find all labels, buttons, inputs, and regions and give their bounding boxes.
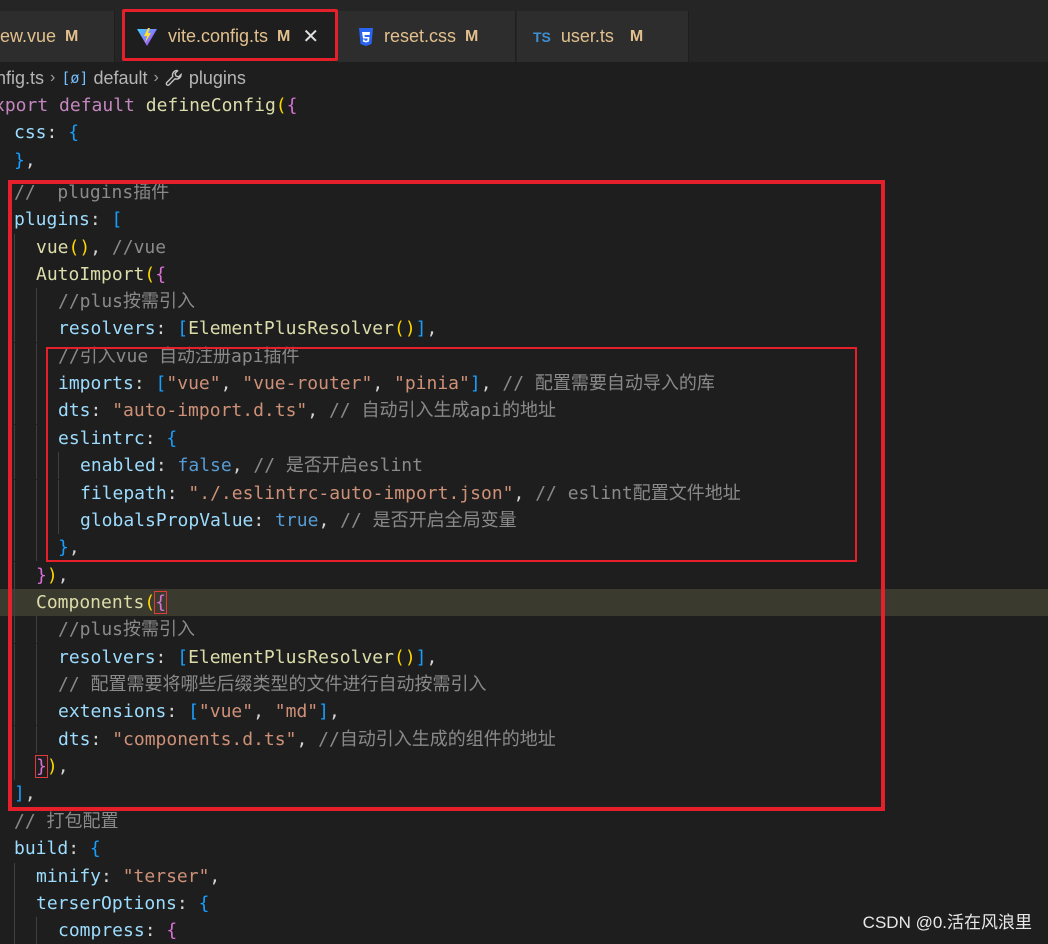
breadcrumb: nfig.ts › [ø] default › plugins [0,64,1048,92]
watermark: CSDN @0.活在风浪里 [862,913,1032,932]
modified-indicator: M [465,27,479,45]
modified-indicator: M [65,27,79,45]
tab-user-ts[interactable]: TS user.ts M [517,11,689,62]
code-line-3: }, [14,150,36,171]
breadcrumb-file[interactable]: nfig.ts [0,68,44,89]
tab-view-vue[interactable]: iew.vue M [0,11,115,62]
chevron-right-icon: › [153,69,159,86]
tab-label: iew.vue [0,26,57,46]
code-line-28: build: { [14,838,101,859]
chevron-right-icon: › [50,69,56,86]
code-line-29: minify: "terser", [0,863,1048,890]
tab-label: user.ts [560,26,614,46]
modified-indicator: M [629,27,644,45]
ts-icon: TS [533,28,551,45]
variable-symbol-icon: [ø] [61,69,89,87]
breadcrumb-plugins[interactable]: plugins [189,68,246,89]
tab-reset-css[interactable]: reset.css M [338,11,516,62]
tab-bar: iew.vue M vite.config.ts M ✕ reset.css M… [0,0,1048,62]
code-line-2: css: { [14,122,80,143]
tab-label: reset.css [384,26,457,46]
breadcrumb-default[interactable]: default [93,68,147,89]
code-line-1: xport default defineConfig({ [0,95,298,116]
annotation-box-imports [46,347,857,562]
wrench-icon [165,69,183,87]
annotation-box-tab [122,9,338,61]
css-icon [358,27,374,47]
code-line-27: // 打包配置 [14,811,119,832]
